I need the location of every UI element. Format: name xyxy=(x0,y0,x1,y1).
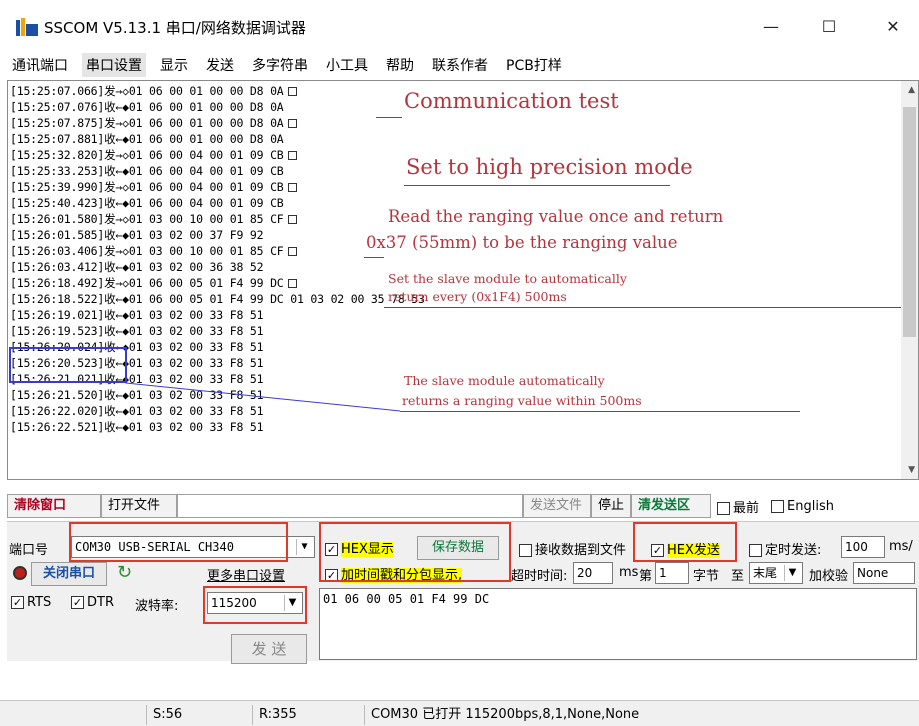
menu-bar: 通讯端口 串口设置 显示 发送 多字符串 小工具 帮助 联系作者 PCB打样 xyxy=(0,52,919,78)
log-line: [15:25:07.881]收←◆01 06 00 01 00 00 D8 0A xyxy=(10,132,284,146)
log-line: [15:25:40.423]收←◆01 06 00 04 00 01 09 CB xyxy=(10,196,284,210)
close-port-button[interactable]: 关闭串口 xyxy=(31,562,107,586)
menu-tools[interactable]: 小工具 xyxy=(322,53,372,77)
interval-unit: ms/ xyxy=(889,539,913,554)
menu-display[interactable]: 显示 xyxy=(156,53,192,77)
log-line: [15:26:01.585]收←◆01 03 02 00 37 F9 92 xyxy=(10,228,264,242)
refresh-icon[interactable]: ↻ xyxy=(117,562,132,583)
timeout-label: 超时时间: xyxy=(511,569,568,584)
stop-button[interactable]: 停止 xyxy=(591,494,631,518)
port-status-icon xyxy=(13,566,27,580)
log-line: [15:26:22.020]收←◆01 03 02 00 33 F8 51 xyxy=(10,404,264,418)
log-scrollbar[interactable]: ▲ ▼ xyxy=(901,81,918,479)
baud-label: 波特率: xyxy=(135,599,179,614)
english-checkbox[interactable]: English xyxy=(771,499,834,514)
end-select[interactable]: 末尾 ▼ xyxy=(749,562,803,584)
annotation-comm-test: Communication test xyxy=(404,89,619,113)
receive-to-file-checkbox[interactable]: 接收数据到文件 xyxy=(519,539,626,558)
clear-send-area-button[interactable]: 清发送区 xyxy=(631,494,711,518)
annotation-underline xyxy=(376,117,402,118)
more-settings-link[interactable]: 更多串口设置 xyxy=(207,565,285,584)
log-line: [15:25:39.990]发→◇01 06 00 04 00 01 09 CB xyxy=(10,179,297,195)
annotation-read-once-2: 0x37 (55mm) to be the ranging value xyxy=(366,233,678,252)
log-line: [15:26:19.021]收←◆01 03 02 00 33 F8 51 xyxy=(10,308,264,322)
annotation-underline xyxy=(364,257,384,258)
log-line: [15:25:07.066]发→◇01 06 00 01 00 00 D8 0A xyxy=(10,83,297,99)
annotation-slave-auto-2: returns a ranging value within 500ms xyxy=(402,393,642,408)
minimize-button[interactable]: — xyxy=(748,10,794,44)
menu-multi-string[interactable]: 多字符串 xyxy=(248,53,312,77)
chevron-down-icon: ▼ xyxy=(784,565,800,581)
annotation-underline xyxy=(400,411,800,412)
send-button[interactable]: 发 送 xyxy=(231,634,307,664)
menu-comm-port[interactable]: 通讯端口 xyxy=(8,53,72,77)
toolbar: 清除窗口 打开文件 发送文件 停止 清发送区 最前 English xyxy=(7,493,919,519)
status-bar: S:56 R:355 COM30 已打开 115200bps,8,1,None,… xyxy=(0,700,919,726)
port-status: COM30 已打开 115200bps,8,1,None,None xyxy=(364,705,764,725)
send-file-button[interactable]: 发送文件 xyxy=(523,494,591,518)
dtr-checkbox[interactable]: ✓ DTR xyxy=(71,595,114,610)
scroll-thumb[interactable] xyxy=(903,107,916,337)
timed-send-checkbox[interactable]: 定时发送: xyxy=(749,539,821,558)
log-line: [15:26:21.520]收←◆01 03 02 00 33 F8 51 xyxy=(10,388,264,402)
settings-panel: 端口号 COM30 USB-SERIAL CH340 ▼ ✓ HEX显示 保存数据 … xyxy=(7,521,919,664)
clear-window-button[interactable]: 清除窗口 xyxy=(7,494,101,518)
log-line: [15:26:22.521]收←◆01 03 02 00 33 F8 51 xyxy=(10,420,264,434)
log-line: [15:25:07.875]发→◇01 06 00 01 00 00 D8 0A xyxy=(10,115,297,131)
window-title: SSCOM V5.13.1 串口/网络数据调试器 xyxy=(44,19,306,37)
menu-send[interactable]: 发送 xyxy=(202,53,238,77)
highlight-box xyxy=(319,522,511,582)
selection-rectangle xyxy=(9,347,127,383)
checksum-label: 加校验 xyxy=(809,569,849,584)
log-line: [15:26:18.522]收←◆01 06 00 05 01 F4 99 DC… xyxy=(10,292,425,306)
sent-count: S:56 xyxy=(146,705,250,725)
menu-pcb[interactable]: PCB打样 xyxy=(502,53,566,77)
menu-contact[interactable]: 联系作者 xyxy=(428,53,492,77)
annotation-read-once-1: Read the ranging value once and return xyxy=(388,207,724,226)
ms-label: ms xyxy=(619,565,639,580)
maximize-button[interactable]: ☐ xyxy=(806,10,852,44)
menu-help[interactable]: 帮助 xyxy=(382,53,418,77)
front-checkbox[interactable]: 最前 xyxy=(717,497,759,516)
close-button[interactable]: ✕ xyxy=(870,10,916,44)
annotation-auto-2: return every (0x1F4) 500ms xyxy=(388,289,567,304)
log-line: [15:25:32.820]发→◇01 06 00 04 00 01 09 CB xyxy=(10,147,297,163)
log-line: [15:26:03.412]收←◆01 03 02 00 36 38 52 xyxy=(10,260,264,274)
log-line: [15:26:18.492]发→◇01 06 00 05 01 F4 99 DC xyxy=(10,275,297,291)
receive-log[interactable]: [15:25:07.066]发→◇01 06 00 01 00 00 D8 0A… xyxy=(7,80,919,480)
byte-label-1: 第 xyxy=(639,569,653,584)
annotation-slave-auto-1: The slave module automatically xyxy=(404,373,605,388)
timeout-input[interactable]: 20 xyxy=(573,562,613,584)
log-line: [15:26:03.406]发→◇01 03 00 10 00 01 85 CF xyxy=(10,243,297,259)
interval-input[interactable]: 100 xyxy=(841,536,885,558)
highlight-box xyxy=(633,522,737,562)
log-line: [15:25:33.253]收←◆01 06 00 04 00 01 09 CB xyxy=(10,164,284,178)
received-count: R:355 xyxy=(252,705,362,725)
byte-input[interactable]: 1 xyxy=(655,562,689,584)
rts-checkbox[interactable]: ✓ RTS xyxy=(11,595,51,610)
annotation-underline xyxy=(384,307,914,308)
highlight-box xyxy=(203,586,307,624)
annotation-auto-1: Set the slave module to automatically xyxy=(388,271,627,286)
highlight-box xyxy=(69,522,288,562)
log-line: [15:26:19.523]收←◆01 03 02 00 33 F8 51 xyxy=(10,324,264,338)
to-label: 至 xyxy=(731,569,745,584)
send-data-input[interactable]: 01 06 00 05 01 F4 99 DC xyxy=(319,588,917,660)
title-bar: SSCOM V5.13.1 串口/网络数据调试器 — ☐ ✕ xyxy=(0,0,919,52)
menu-serial-settings[interactable]: 串口设置 xyxy=(82,53,146,77)
chevron-down-icon: ▼ xyxy=(296,539,312,555)
scroll-down-icon[interactable]: ▼ xyxy=(908,465,915,475)
app-icon xyxy=(16,18,38,36)
file-path-input[interactable] xyxy=(177,494,523,518)
log-line: [15:25:07.076]收←◆01 06 00 01 00 00 D8 0A xyxy=(10,100,284,114)
annotation-underline xyxy=(404,185,670,186)
scroll-up-icon[interactable]: ▲ xyxy=(908,85,915,95)
log-line: [15:26:01.580]发→◇01 03 00 10 00 01 85 CF xyxy=(10,211,297,227)
open-file-button[interactable]: 打开文件 xyxy=(101,494,177,518)
port-label: 端口号 xyxy=(9,543,49,558)
checksum-select[interactable]: None xyxy=(853,562,915,584)
byte-label-2: 字节 xyxy=(693,569,720,584)
annotation-high-precision: Set to high precision mode xyxy=(406,155,693,179)
